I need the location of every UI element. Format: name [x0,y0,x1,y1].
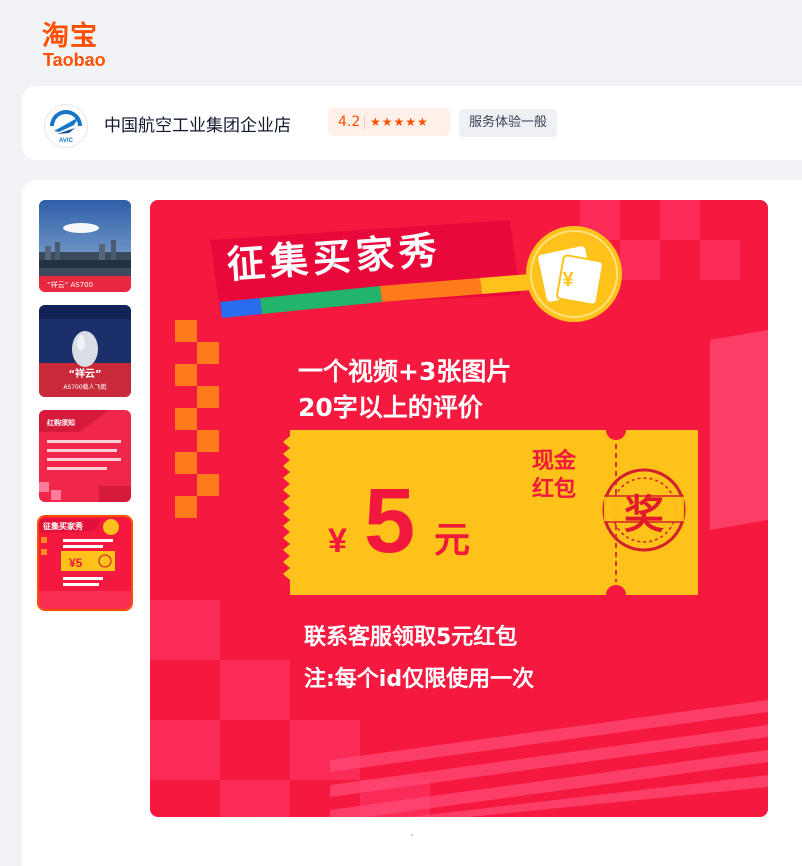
thumbnail-3[interactable]: 红购须知 [39,410,131,502]
main-product-image[interactable]: 征集买家秀 ¥ 一个视频+3张图片 20字以上的评价 ¥ 5 元 现金 红包 奖… [150,200,768,817]
promo-image-svg: 征集买家秀 ¥ 一个视频+3张图片 20字以上的评价 ¥ 5 元 现金 红包 奖… [150,200,768,817]
thumbnail-4[interactable]: 征集买家秀 ¥5 [37,515,133,611]
avic-logo-icon: AVIC [46,106,86,146]
thumbnail-1[interactable]: “祥云” AS700 [39,200,131,292]
thumb3-caption: 红购须知 [47,418,75,427]
ticket-amount: 5 [364,470,415,572]
stamp-text: 奖 [624,492,664,538]
logo-cn-text: 淘宝 [42,21,98,52]
thumbnail-2[interactable]: “祥云” AS700载人飞艇 [39,305,131,397]
avatar-text: AVIC [59,138,74,144]
svg-text:¥: ¥ [562,269,574,291]
service-badge: 服务体验一般 [459,109,558,137]
airship-poster-icon: “祥云” AS700载人飞艇 [39,305,131,397]
rating-value: 4.2 [338,114,361,130]
shop-avatar[interactable]: AVIC [44,104,88,148]
shop-name[interactable]: 中国航空工业集团企业店 [104,111,291,136]
thumb4-caption: 征集买家秀 [43,521,84,531]
ticket-label-1: 现金 [532,448,577,474]
rating-stars-icon: ★★★★★ [370,115,429,129]
orange-checker-icon [175,320,219,518]
airship-photo-icon: “祥云” AS700 [39,200,131,292]
shop-rating-badge: 4.2 ★★★★★ [328,108,450,136]
promo-line-2: 20字以上的评价 [298,393,484,422]
gallery-indicator [411,834,413,836]
ticket-currency: ¥ [328,522,347,560]
red-envelope-badge-icon: ¥ [526,226,622,322]
thumb2-sub: AS700载人飞艇 [63,383,106,391]
taobao-logo[interactable]: 淘宝 Taobao [42,14,122,70]
notice-poster-icon: 红购须知 [39,410,131,502]
thumb2-caption: “祥云” [68,367,101,380]
logo-en-text: Taobao [43,50,106,70]
ticket-unit: 元 [434,520,470,561]
promo-line-1: 一个视频+3张图片 [298,357,511,386]
promo-poster-icon: 征集买家秀 ¥5 [39,517,131,609]
promo-bottom-2: 注:每个id仅限使用一次 [304,666,534,692]
ticket-label-2: 红包 [532,476,576,502]
svg-text:¥5: ¥5 [69,556,83,570]
promo-bottom-1: 联系客服领取5元红包 [304,624,517,650]
product-gallery: “祥云” AS700 “祥云” AS700载人飞艇 红购须知 征集买家秀 ¥5 … [22,180,802,866]
thumb1-caption: “祥云” AS700 [47,280,93,289]
shop-header: AVIC 中国航空工业集团企业店 4.2 ★★★★★ 服务体验一般 [22,86,802,160]
rating-divider [364,116,365,129]
